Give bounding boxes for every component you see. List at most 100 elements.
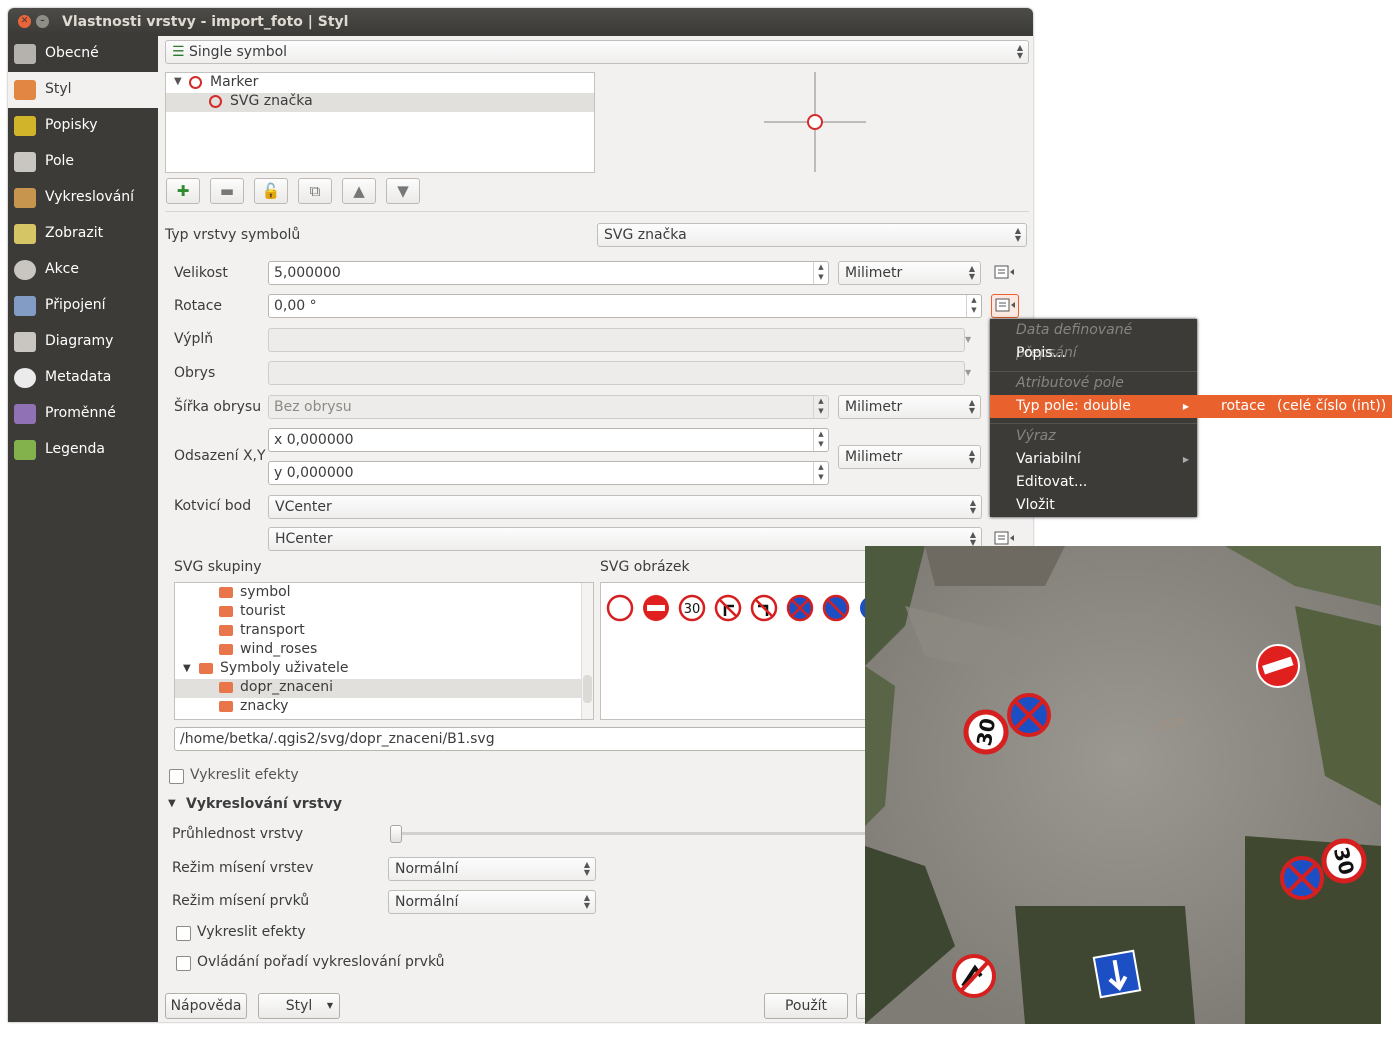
svg-image-no-entry[interactable] [643,595,669,621]
help-button[interactable]: Nápověda [165,993,247,1019]
opacity-slider-handle[interactable] [390,825,402,843]
sidebar-item-obecne[interactable]: Obecné [8,36,158,72]
renderer-select[interactable]: ☰ Single symbol ▲ ▼ [165,40,1029,64]
fill-dropdown-arrow-icon[interactable]: ▼ [965,328,981,352]
outline-width-unit-select[interactable]: Milimetr ▲ ▼ [838,395,981,419]
svg-image-no-right-turn[interactable] [714,594,742,622]
updown-arrow-icon: ▲ ▼ [968,398,975,415]
order-control-checkbox[interactable] [176,956,191,971]
style-menu-button[interactable]: Styl ▼ [258,993,340,1019]
svg-image-speed-30[interactable]: 30 [678,594,706,622]
anchor-vertical-select[interactable]: VCenter ▲ ▼ [268,495,982,519]
sidebar-item-pripojeni[interactable]: Připojení [8,288,158,324]
sidebar-item-diagramy[interactable]: Diagramy [8,324,158,360]
size-input[interactable]: 5,000000 ▲ ▼ [268,261,829,285]
draw-effects-label: Vykreslit efekty [190,767,299,783]
sidebar-item-promenne[interactable]: Proměnné [8,396,158,432]
sidebar-item-zobrazit[interactable]: Zobrazit [8,216,158,252]
svg-image-no-parking[interactable] [822,594,850,622]
symbol-layer-type-value: SVG značka [604,227,687,243]
svg-image-no-stopping[interactable] [786,594,814,622]
svg-group-item[interactable]: symbol [175,584,581,603]
sidebar-item-styl[interactable]: Styl [8,72,158,108]
menu-section-expression: Výraz [1016,428,1056,444]
menu-item-variable[interactable]: Variabilní ▶ [990,448,1197,471]
blend-layers-select[interactable]: Normální ▲ ▼ [388,857,596,881]
duplicate-layer-button[interactable]: ⧉ [298,178,332,204]
rotation-input[interactable]: 0,00 ° ▲ ▼ [268,294,982,318]
offset-label: Odsazení X,Y [174,448,266,464]
layer-draw-effects-checkbox[interactable] [176,926,191,941]
svg-image-no-left-turn[interactable] [750,594,778,622]
outline-width-input[interactable]: Bez obrysu ▲ ▼ [268,395,829,419]
sidebar-item-legenda[interactable]: Legenda [8,432,158,468]
svg-group-item[interactable]: dopr_znaceni [175,679,581,698]
layer-render-section[interactable]: Vykreslování vrstvy [186,796,342,812]
outline-dropdown-arrow-icon[interactable]: ▼ [965,361,981,385]
svg-group-item[interactable]: wind_roses [175,641,581,660]
abc-label-icon [14,116,36,136]
menu-item-paste[interactable]: Vložit [990,494,1197,517]
rotation-spinner[interactable]: ▲ ▼ [966,295,981,317]
menu-item-edit[interactable]: Editovat... [990,471,1197,494]
symbol-layer-type-select[interactable]: SVG značka ▲ ▼ [597,223,1027,247]
size-spinner[interactable]: ▲ ▼ [813,262,828,284]
sidebar-item-pole[interactable]: Pole [8,144,158,180]
close-icon[interactable]: ✕ [18,15,31,28]
svg-image-empty-circle[interactable] [606,594,634,622]
sidebar-item-label: Legenda [45,441,106,457]
offset-y-spinner[interactable]: ▲ ▼ [813,462,828,484]
size-unit-select[interactable]: Milimetr ▲ ▼ [838,261,981,285]
collapse-arrow-icon[interactable]: ▼ [168,798,176,809]
anchor-label: Kotvicí bod [174,498,252,514]
sidebar-item-vykreslovani[interactable]: Vykreslování [8,180,158,216]
menu-item-description[interactable]: Popis... [990,342,1197,365]
data-defined-button[interactable] [991,262,1017,284]
expand-arrow-icon[interactable]: ▼ [183,663,191,674]
outline-color-button[interactable] [268,361,965,385]
outline-width-value: Bez obrysu [274,399,352,415]
offset-unit-select[interactable]: Milimetr ▲ ▼ [838,445,981,469]
scrollbar-thumb[interactable] [583,675,592,703]
svg-groups-scrollbar[interactable] [581,583,593,719]
tree-item-svg[interactable]: SVG značka [230,93,313,109]
offset-y-input[interactable]: y 0,000000 ▲ ▼ [268,461,829,485]
folder-icon [219,644,233,655]
sidebar-item-label: Vykreslování [45,189,135,205]
sidebar-item-akce[interactable]: Akce [8,252,158,288]
renderer-value: Single symbol [189,44,288,60]
sidebar-item-metadata[interactable]: Metadata [8,360,158,396]
svg-group-item[interactable]: transport [175,622,581,641]
move-up-button[interactable]: ▲ [342,178,376,204]
remove-layer-button[interactable]: ▬ [210,178,244,204]
menu-item-field-type[interactable]: Typ pole: double ▶ [990,395,1197,418]
rotation-data-defined-button[interactable] [991,294,1019,318]
data-defined-icon [994,265,1014,279]
svg-group-label: symbol [240,584,291,600]
svg-group-item[interactable]: ▼ Symboly uživatele [175,660,581,679]
apply-button[interactable]: Použít [764,993,848,1019]
lock-layer-button[interactable]: 🔓 [254,178,288,204]
outline-width-spinner[interactable]: ▲ ▼ [813,396,828,418]
field-submenu-item[interactable]: rotace (celé číslo (int)) [1197,395,1392,418]
sidebar-item-popisky[interactable]: Popisky [8,108,158,144]
move-down-button[interactable]: ▼ [386,178,420,204]
fill-color-button[interactable] [268,328,965,352]
tree-item-marker[interactable]: Marker [210,74,258,90]
offset-x-spinner[interactable]: ▲ ▼ [813,429,828,451]
minimize-icon[interactable]: – [36,15,49,28]
svg-group-item[interactable]: tourist [175,603,581,622]
size-value: 5,000000 [274,265,341,281]
svg-path-input[interactable]: /home/betka/.qgis2/svg/dopr_znaceni/B1.s… [174,727,880,751]
blend-features-select[interactable]: Normální ▲ ▼ [388,890,596,914]
draw-effects-checkbox[interactable] [169,769,184,784]
offset-x-input[interactable]: x 0,000000 ▲ ▼ [268,428,829,452]
svg-group-item[interactable]: znacky [175,698,581,717]
opacity-slider-track[interactable] [392,832,872,835]
marker-icon [189,76,202,89]
outline-label: Obrys [174,365,216,381]
add-layer-button[interactable]: ✚ [166,178,200,204]
expand-arrow-icon[interactable]: ▼ [174,76,182,87]
svg-text:30: 30 [972,716,1000,748]
blend-layers-value: Normální [395,861,459,877]
